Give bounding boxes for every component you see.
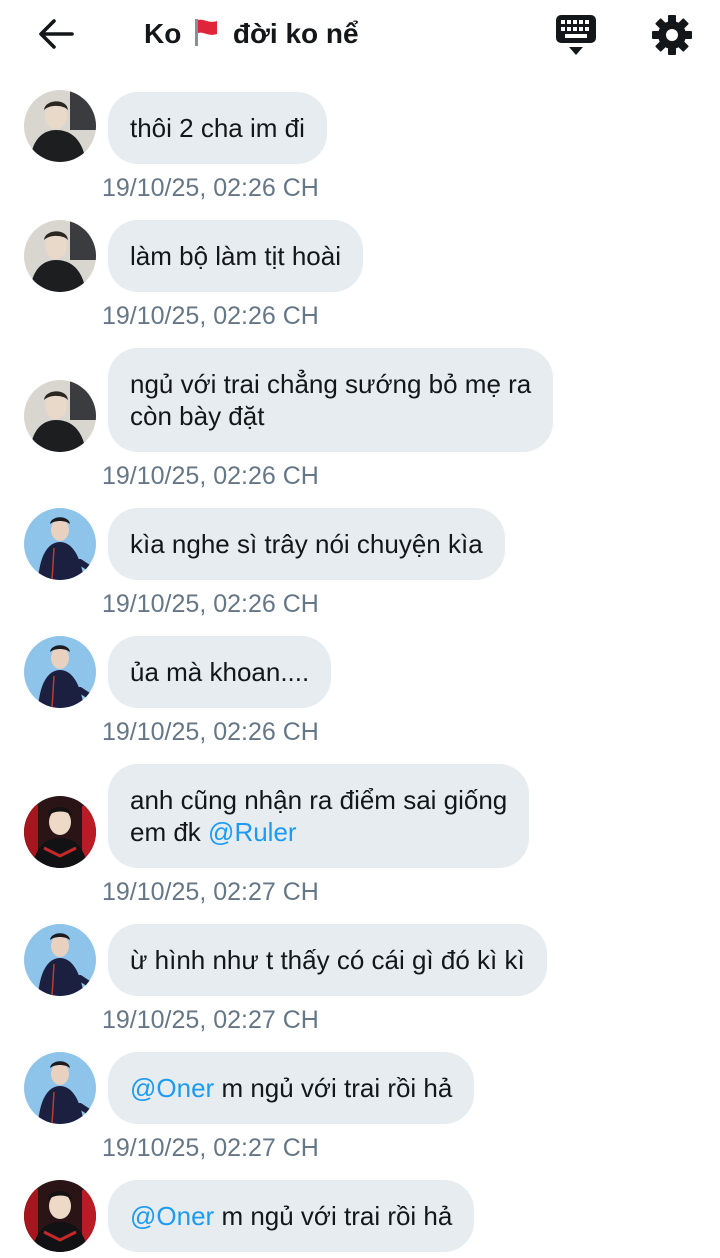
message-timestamp: 19/10/25, 02:26 CH bbox=[102, 174, 319, 202]
message-bubble: ngủ với trai chẳng sướng bỏ mẹ ra còn bà… bbox=[108, 348, 554, 452]
avatar[interactable] bbox=[24, 90, 96, 162]
avatar[interactable] bbox=[24, 380, 96, 452]
message-text: thôi 2 cha im đi bbox=[130, 113, 305, 143]
message-bubble: @Oner m ngủ với trai rồi hả bbox=[108, 1052, 475, 1124]
avatar[interactable] bbox=[24, 796, 96, 868]
message-text: làm bộ làm tịt hoài bbox=[130, 241, 341, 271]
message-text: m ngủ với trai rồi hả bbox=[221, 1201, 453, 1231]
message-text: kìa nghe sì trây nói chuyện kìa bbox=[130, 529, 483, 559]
message-timestamp: 19/10/25, 02:26 CH bbox=[102, 462, 319, 490]
gear-icon bbox=[652, 15, 692, 55]
message-bubble: anh cũng nhận ra điểm sai giống em đk @R… bbox=[108, 764, 530, 868]
chat-title: Ko đời ko nể bbox=[144, 14, 359, 58]
message-bubble: làm bộ làm tịt hoài bbox=[108, 220, 363, 292]
message-text: m ngủ với trai rồi hả bbox=[221, 1073, 453, 1103]
keyboard-button[interactable] bbox=[552, 12, 602, 58]
message-timestamp: 19/10/25, 02:26 CH bbox=[102, 718, 319, 746]
mention-link[interactable]: @Oner bbox=[130, 1201, 214, 1231]
arrow-left-icon bbox=[39, 19, 74, 49]
message-timestamp: 19/10/25, 02:26 CH bbox=[102, 590, 319, 618]
message-text: ừ hình như t thấy có cái gì đó kì kì bbox=[130, 945, 525, 975]
message-text-line: anh cũng nhận ra điểm sai giống bbox=[130, 785, 508, 815]
settings-button[interactable] bbox=[648, 12, 696, 58]
keyboard-icon bbox=[556, 15, 596, 55]
avatar[interactable] bbox=[24, 1180, 96, 1252]
message-text-line: em đk @Ruler bbox=[130, 816, 507, 848]
message-timestamp: 19/10/25, 02:27 CH bbox=[102, 1134, 319, 1162]
avatar[interactable] bbox=[24, 508, 96, 580]
red-flag-icon bbox=[191, 17, 221, 58]
avatar[interactable] bbox=[24, 220, 96, 292]
avatar[interactable] bbox=[24, 924, 96, 996]
message-timestamp: 19/10/25, 02:26 CH bbox=[102, 302, 319, 330]
chat-title-prefix: Ko bbox=[144, 18, 182, 49]
message-text: em đk bbox=[130, 817, 201, 847]
message-timestamp: 19/10/25, 02:27 CH bbox=[102, 1006, 319, 1034]
message-bubble: @Oner m ngủ với trai rồi hả bbox=[108, 1180, 475, 1252]
chat-title-suffix: đời ko nể bbox=[232, 18, 359, 49]
back-button[interactable] bbox=[34, 14, 78, 54]
avatar[interactable] bbox=[24, 636, 96, 708]
mention-link[interactable]: @Ruler bbox=[208, 817, 297, 847]
message-text-line: ngủ với trai chẳng sướng bỏ mẹ ra bbox=[130, 369, 532, 399]
mention-link[interactable]: @Oner bbox=[130, 1073, 214, 1103]
message-timestamp: 19/10/25, 02:27 CH bbox=[102, 878, 319, 906]
message-text: ủa mà khoan.... bbox=[130, 657, 310, 687]
chat-header: Ko đời ko nể bbox=[0, 0, 720, 72]
message-text-line: @Oner m ngủ với trai rồi hả bbox=[130, 1200, 452, 1232]
avatar[interactable] bbox=[24, 1052, 96, 1124]
message-text-line: còn bày đặt bbox=[130, 401, 265, 431]
message-bubble: thôi 2 cha im đi bbox=[108, 92, 327, 164]
message-bubble: ừ hình như t thấy có cái gì đó kì kì bbox=[108, 924, 547, 996]
message-bubble: ủa mà khoan.... bbox=[108, 636, 332, 708]
message-text-line: @Oner m ngủ với trai rồi hả bbox=[130, 1072, 452, 1104]
message-bubble: kìa nghe sì trây nói chuyện kìa bbox=[108, 508, 505, 580]
